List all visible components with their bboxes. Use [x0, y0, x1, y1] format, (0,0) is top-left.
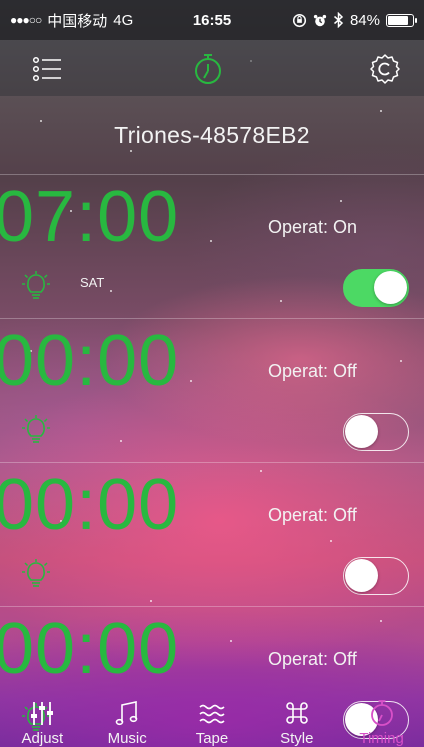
status-time: 16:55	[192, 11, 232, 29]
timer-row[interactable]: 00:00 Operat: Off	[0, 318, 424, 462]
operation-status: Operat: On	[268, 217, 358, 237]
timer-row[interactable]: 07:00 Operat: On SAT	[0, 174, 424, 318]
sliders-icon	[31, 702, 54, 725]
tab-label: Tape	[195, 730, 229, 747]
timer-time[interactable]: 00:00	[0, 323, 179, 399]
screen: ●●●○○ 中国移动 4G 16:55 84% Triones-48578EB2…	[0, 0, 424, 747]
network-type: 4G	[113, 11, 134, 29]
light-bulb-icon	[22, 559, 50, 587]
light-bulb-icon	[22, 271, 50, 299]
battery-percent: 84%	[349, 11, 380, 29]
menu-list-icon[interactable]	[30, 52, 64, 86]
waves-icon	[199, 704, 225, 724]
timer-toggle[interactable]	[343, 413, 409, 451]
timer-time[interactable]: 00:00	[0, 467, 179, 543]
tab-timing[interactable]: Timing	[342, 690, 422, 747]
tab-music[interactable]: Music	[87, 690, 167, 747]
timer-row[interactable]: 00:00 Operat: Off	[0, 462, 424, 606]
orientation-lock-icon	[292, 13, 307, 27]
settings-gear-icon[interactable]	[368, 52, 402, 86]
tab-label: Timing	[359, 730, 404, 747]
tab-label: Adjust	[21, 730, 64, 747]
toggle-knob	[345, 415, 378, 448]
nav-bar	[0, 40, 424, 96]
repeat-days: SAT	[80, 275, 105, 290]
bluetooth-icon	[333, 12, 344, 28]
alarm-icon	[313, 14, 327, 26]
status-bar: ●●●○○ 中国移动 4G 16:55 84%	[0, 0, 424, 40]
carrier-name: 中国移动	[47, 12, 108, 30]
stopwatch-icon	[195, 54, 221, 84]
operation-status: Operat: Off	[268, 361, 357, 381]
timer-toggle[interactable]	[343, 269, 409, 307]
music-note-icon	[115, 701, 138, 726]
device-name: Triones-48578EB2	[114, 121, 310, 148]
tab-label: Music	[107, 730, 147, 747]
toggle-knob	[345, 559, 378, 592]
tab-adjust[interactable]: Adjust	[2, 690, 82, 747]
tab-style[interactable]: Style	[257, 690, 337, 747]
tab-tape[interactable]: Tape	[172, 690, 252, 747]
toggle-knob	[374, 271, 407, 304]
timer-toggle[interactable]	[343, 557, 409, 595]
battery-level	[388, 15, 409, 25]
light-bulb-icon	[22, 415, 50, 443]
device-title-row: Triones-48578EB2	[0, 96, 424, 174]
command-icon	[286, 702, 308, 724]
signal-strength: ●●●○○	[10, 13, 42, 27]
stopwatch-icon	[370, 700, 393, 726]
operation-status: Operat: Off	[268, 505, 357, 525]
timer-time[interactable]: 00:00	[0, 611, 179, 687]
timer-time[interactable]: 07:00	[0, 179, 179, 255]
operation-status: Operat: Off	[268, 649, 357, 669]
tab-label: Style	[280, 730, 314, 747]
battery-icon	[386, 13, 417, 27]
tab-bar: Adjust Music Tape Style Timing	[0, 690, 424, 747]
